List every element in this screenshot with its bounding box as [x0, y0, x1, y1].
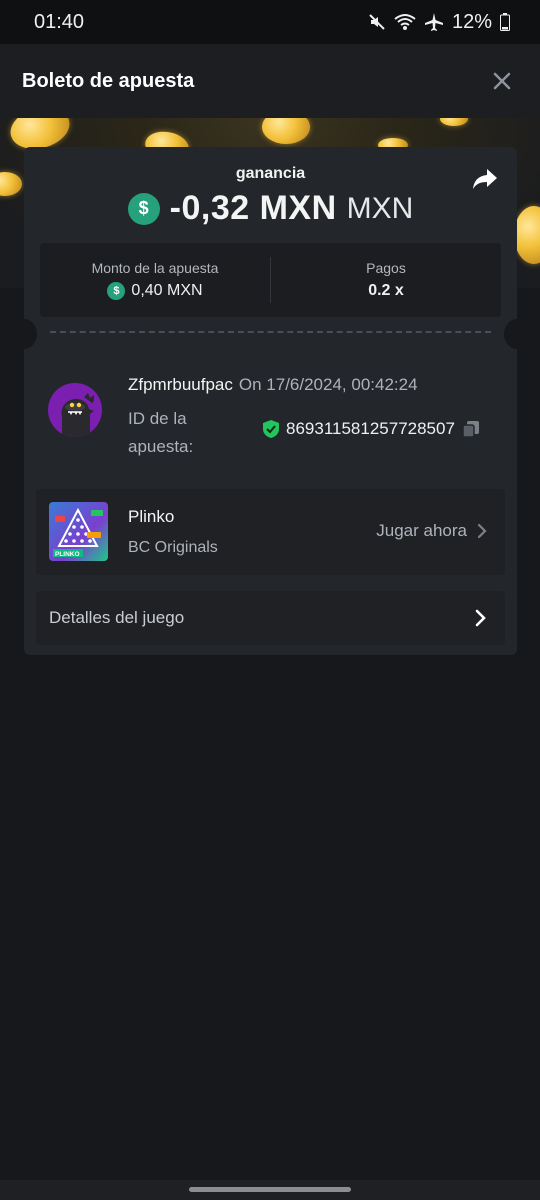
copy-icon[interactable]	[461, 419, 481, 439]
bet-id-value: 869311581257728507	[286, 419, 455, 438]
payout-stat: Pagos 0.2 x	[270, 257, 501, 303]
coin-image	[440, 118, 468, 126]
share-button[interactable]	[471, 167, 499, 191]
payout-value: 0.2 x	[368, 282, 404, 299]
page-title: Boleto de apuesta	[22, 69, 195, 92]
close-icon	[493, 72, 511, 90]
bet-id: 869311581257728507	[262, 419, 481, 439]
game-details-button[interactable]: Detalles del juego	[36, 591, 505, 645]
ticket-notch-right	[504, 319, 530, 349]
game-details-label: Detalles del juego	[49, 608, 185, 627]
dollar-icon: $	[107, 282, 126, 300]
svg-text:PLINKO: PLINKO	[55, 551, 80, 558]
game-row: PLINKO Plinko BC Originals Jugar ahora	[36, 489, 505, 575]
plinko-icon: PLINKO	[53, 507, 103, 558]
bet-user-line: Zfpmrbuufpac On 17/6/2024, 00:42:24	[128, 375, 418, 395]
dollar-icon: $	[127, 192, 160, 225]
close-button[interactable]	[488, 67, 516, 95]
play-now-label: Jugar ahora	[376, 521, 467, 540]
home-indicator[interactable]	[189, 1187, 351, 1192]
bet-amount-value: 0,40 MXN	[131, 282, 203, 299]
bet-ticket-card: ganancia $ -0,32 MXN MXN Monto de la apu…	[11, 147, 530, 655]
wifi-icon	[394, 14, 416, 30]
bet-amount-stat: Monto de la apuesta $ 0,40 MXN	[40, 243, 270, 317]
coin-image	[0, 172, 22, 196]
ticket-notch-left	[11, 319, 37, 349]
result-currency: MXN	[346, 191, 414, 225]
payout-label: Pagos	[366, 260, 406, 276]
username[interactable]: Zfpmrbuufpac	[128, 375, 233, 395]
avatar[interactable]	[48, 383, 102, 437]
game-name: Plinko	[128, 507, 175, 526]
result-label: ganancia	[235, 165, 306, 182]
mute-icon	[369, 14, 385, 30]
bet-amount-label: Monto de la apuesta	[91, 260, 219, 276]
bet-id-label: ID de la apuesta:	[128, 409, 194, 456]
battery-percent: 12%	[451, 10, 492, 33]
result-amount: $ -0,32 MXN MXN	[24, 189, 517, 228]
status-icons: 12%	[368, 11, 510, 34]
status-bar: 01:40 12%	[0, 0, 540, 44]
chevron-right-icon	[477, 523, 487, 539]
shield-check-icon	[263, 420, 279, 438]
play-now-button[interactable]: Jugar ahora	[376, 521, 487, 541]
ticket-divider	[50, 331, 491, 333]
battery-icon	[500, 13, 510, 31]
modal-header: Boleto de apuesta	[0, 44, 540, 118]
game-provider: BC Originals	[128, 539, 218, 556]
coin-image	[514, 206, 540, 264]
result-amount-value: -0,32 MXN	[169, 189, 337, 227]
coin-image	[262, 118, 310, 144]
status-time: 01:40	[34, 10, 85, 33]
bet-date: On 17/6/2024, 00:42:24	[238, 375, 418, 394]
bet-amount-value-wrap: $ 0,40 MXN	[107, 282, 203, 300]
airplane-icon	[424, 13, 443, 31]
bet-stats: Monto de la apuesta $ 0,40 MXN Pagos 0.2…	[40, 243, 501, 317]
chevron-right-icon	[475, 609, 486, 627]
share-icon	[473, 169, 497, 189]
dinosaur-icon	[61, 393, 94, 437]
game-thumbnail[interactable]: PLINKO	[49, 502, 108, 561]
